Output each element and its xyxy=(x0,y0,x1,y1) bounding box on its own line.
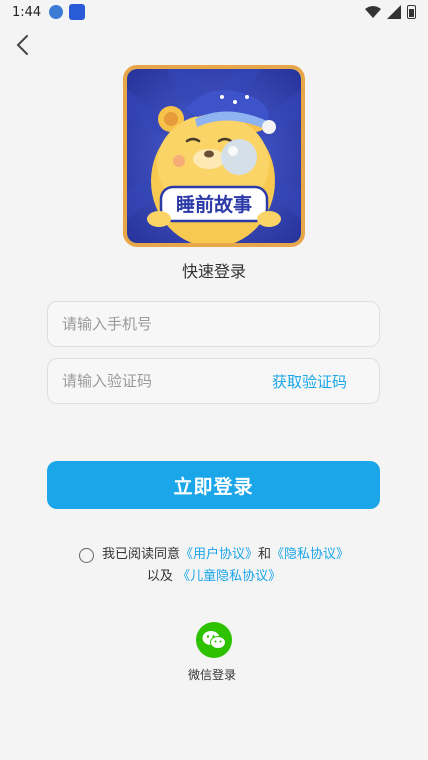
page-title: 快速登录 xyxy=(181,262,246,281)
get-code-button[interactable]: 获取验证码 xyxy=(272,371,365,392)
phone-field xyxy=(47,301,380,347)
agree-checkbox[interactable] xyxy=(78,547,94,563)
code-field: 获取验证码 xyxy=(47,358,380,404)
child-privacy-link[interactable]: 《儿童隐私协议》 xyxy=(177,569,281,584)
agreement: 我已阅读同意 《用户协议》 和 《隐私协议》 以及 《儿童隐私协议》 xyxy=(0,544,428,588)
bear-mascot-icon: 睡前故事 xyxy=(127,69,301,243)
agreement-prefix: 我已阅读同意 xyxy=(101,547,180,562)
user-agreement-link[interactable]: 《用户协议》 xyxy=(180,544,258,566)
wechat-label: 微信登录 xyxy=(187,668,236,682)
status-bar: 1:44 xyxy=(0,0,428,24)
wifi-icon xyxy=(365,6,381,18)
status-time: 1:44 xyxy=(12,4,42,20)
signal-icon xyxy=(387,5,401,19)
code-input[interactable] xyxy=(62,372,272,390)
wechat-icon xyxy=(196,622,232,658)
phone-input[interactable] xyxy=(62,315,365,333)
back-button[interactable] xyxy=(10,32,34,58)
login-button[interactable]: 立即登录 xyxy=(47,461,380,509)
logo-text: 睡前故事 xyxy=(176,193,252,216)
agreement-and-also: 以及 xyxy=(146,569,173,584)
notification-icon xyxy=(49,5,64,19)
privacy-policy-link[interactable]: 《隐私协议》 xyxy=(271,544,349,566)
chevron-left-icon xyxy=(16,35,28,55)
battery-icon xyxy=(407,5,416,19)
agreement-and: 和 xyxy=(258,547,272,562)
app-notification-icon xyxy=(69,4,86,20)
wechat-login-button[interactable]: 微信登录 xyxy=(188,622,238,683)
app-logo: 睡前故事 xyxy=(123,65,305,247)
